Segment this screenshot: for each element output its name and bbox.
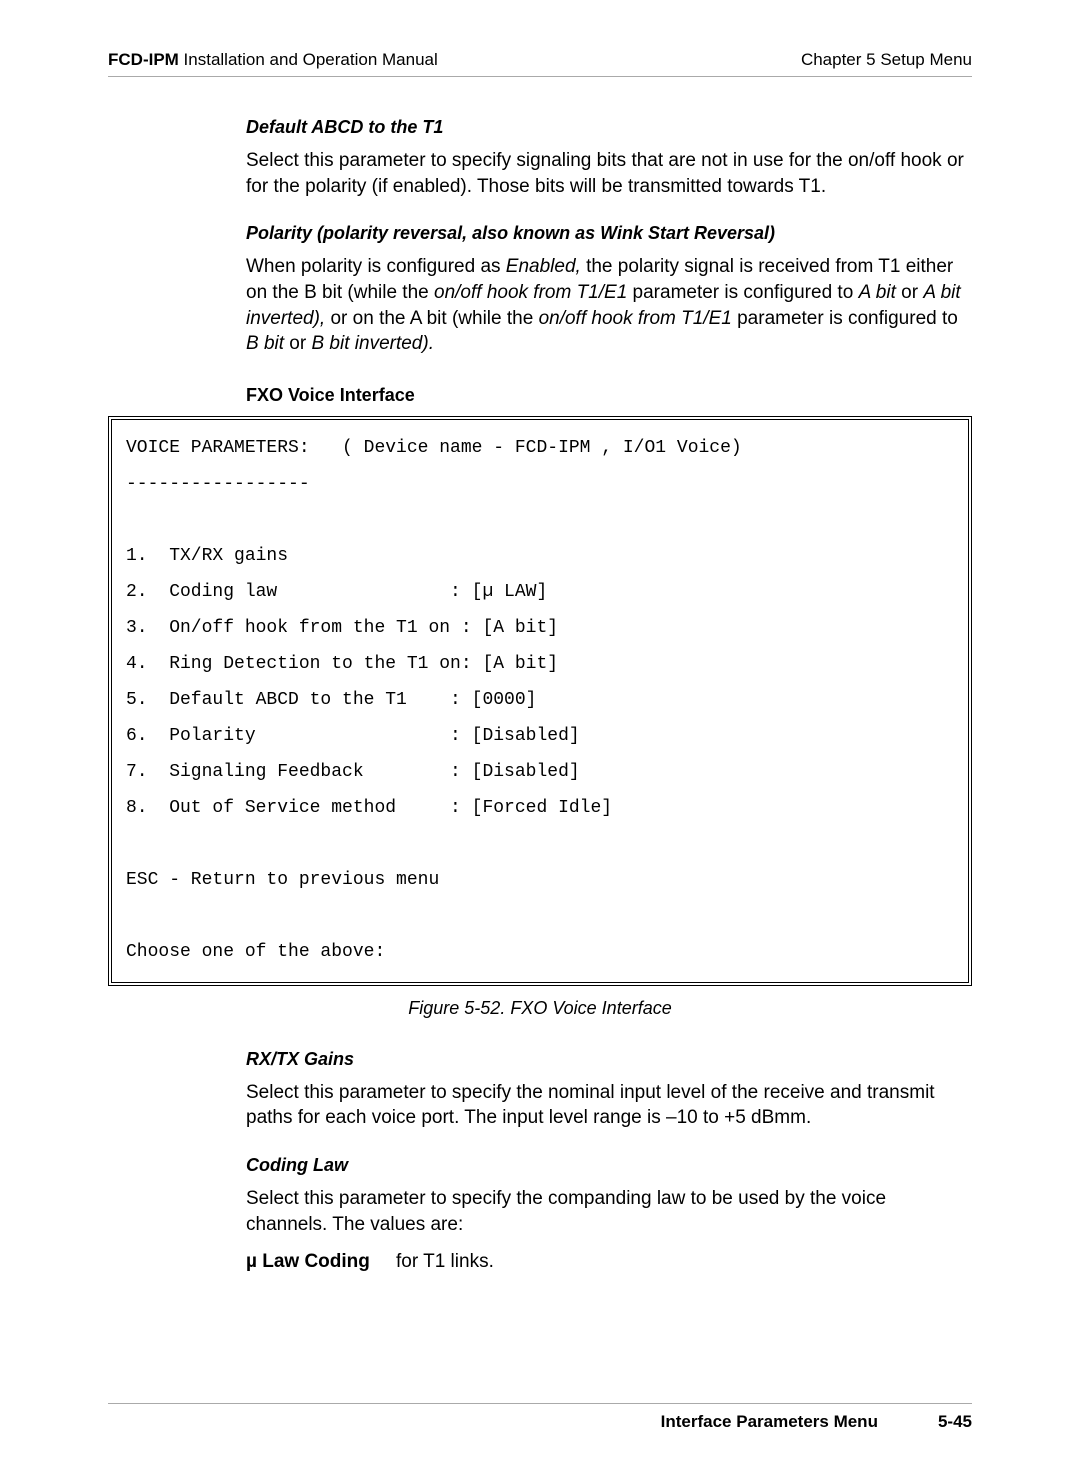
code-line: VOICE PARAMETERS: ( Device name - FCD-IP… bbox=[126, 438, 742, 458]
page-header: FCD-IPM Installation and Operation Manua… bbox=[108, 50, 972, 77]
code-line: ----------------- bbox=[126, 474, 310, 494]
code-line: 5. Default ABCD to the T1 : [0000] bbox=[126, 690, 536, 710]
text-fragment-ital: B bit bbox=[246, 333, 284, 354]
code-line: 6. Polarity : [Disabled] bbox=[126, 726, 580, 746]
text-fragment: parameter is configured to bbox=[732, 308, 958, 329]
code-line: 8. Out of Service method : [Forced Idle] bbox=[126, 798, 612, 818]
para-default-abcd: Select this parameter to specify signali… bbox=[246, 148, 972, 199]
content-block-2: RX/TX Gains Select this parameter to spe… bbox=[246, 1049, 972, 1274]
heading-default-abcd: Default ABCD to the T1 bbox=[246, 117, 972, 138]
code-line: 2. Coding law : [µ LAW] bbox=[126, 582, 547, 602]
code-line: Choose one of the above: bbox=[126, 942, 385, 962]
text-fragment-ital: A bit bbox=[859, 282, 896, 303]
text-fragment-ital: on/off hook from T1/E1 bbox=[539, 308, 732, 329]
header-left: FCD-IPM Installation and Operation Manua… bbox=[108, 50, 438, 70]
text-fragment-ital: B bit inverted). bbox=[311, 333, 434, 354]
para-rxtx: Select this parameter to specify the nom… bbox=[246, 1080, 972, 1131]
code-line: 1. TX/RX gains bbox=[126, 546, 288, 566]
heading-fxo: FXO Voice Interface bbox=[246, 385, 972, 406]
text-fragment: or bbox=[896, 282, 923, 303]
code-line: 3. On/off hook from the T1 on : [A bit] bbox=[126, 618, 558, 638]
content-block-1: Default ABCD to the T1 Select this param… bbox=[246, 117, 972, 406]
text-fragment: or bbox=[284, 333, 311, 354]
code-line: 7. Signaling Feedback : [Disabled] bbox=[126, 762, 580, 782]
para-coding: Select this parameter to specify the com… bbox=[246, 1186, 972, 1237]
footer-section: Interface Parameters Menu bbox=[661, 1412, 878, 1432]
figure-caption: Figure 5-52. FXO Voice Interface bbox=[108, 998, 972, 1019]
code-line bbox=[126, 510, 137, 530]
text-fragment: When polarity is configured as bbox=[246, 256, 506, 277]
code-line bbox=[126, 906, 137, 926]
text-fragment-ital: Enabled, bbox=[506, 256, 581, 277]
page-footer: Interface Parameters Menu 5-45 bbox=[108, 1403, 972, 1432]
header-right: Chapter 5 Setup Menu bbox=[801, 50, 972, 70]
definition-row: µ Law Coding for T1 links. bbox=[246, 1251, 972, 1273]
code-line: ESC - Return to previous menu bbox=[126, 870, 439, 890]
text-fragment: or on the A bit (while the bbox=[325, 308, 538, 329]
text-fragment-ital: on/off hook from T1/E1 bbox=[434, 282, 627, 303]
heading-polarity: Polarity (polarity reversal, also known … bbox=[246, 223, 972, 244]
header-product: FCD-IPM bbox=[108, 50, 179, 69]
header-title: Installation and Operation Manual bbox=[179, 50, 438, 69]
code-line: 4. Ring Detection to the T1 on: [A bit] bbox=[126, 654, 558, 674]
heading-coding: Coding Law bbox=[246, 1155, 972, 1176]
heading-rxtx: RX/TX Gains bbox=[246, 1049, 972, 1070]
definition-desc: for T1 links. bbox=[396, 1251, 494, 1273]
definition-term: µ Law Coding bbox=[246, 1251, 396, 1273]
footer-page-number: 5-45 bbox=[938, 1412, 972, 1432]
text-fragment: parameter is configured to bbox=[627, 282, 858, 303]
code-line bbox=[126, 834, 137, 854]
para-polarity: When polarity is configured as Enabled, … bbox=[246, 254, 972, 357]
page: FCD-IPM Installation and Operation Manua… bbox=[0, 0, 1080, 1482]
terminal-menu: VOICE PARAMETERS: ( Device name - FCD-IP… bbox=[108, 416, 972, 986]
